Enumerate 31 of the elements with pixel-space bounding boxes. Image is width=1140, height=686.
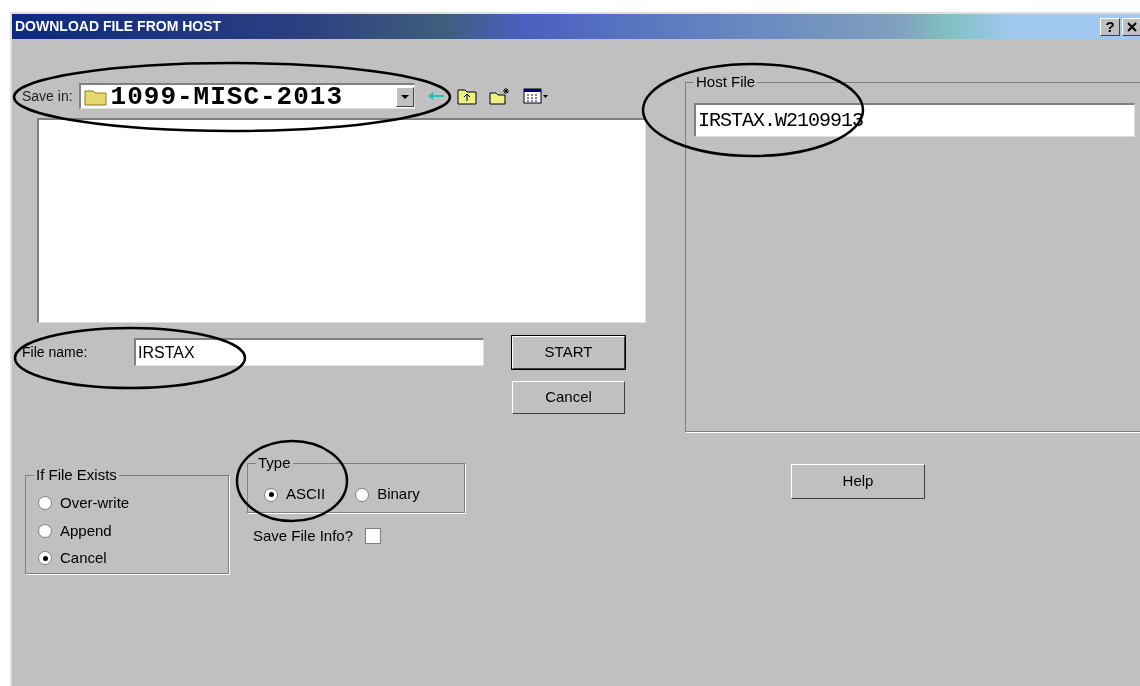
- radio-button[interactable]: [38, 496, 52, 511]
- radio-label: Cancel: [60, 548, 107, 568]
- dialog-button[interactable]: START: [512, 336, 625, 369]
- radio-label: Over-write: [60, 493, 130, 513]
- folder-name: 1099-MISC-2013: [110, 83, 345, 110]
- window-title: DOWNLOAD FILE FROM HOST: [14, 17, 222, 36]
- radio-label: Binary: [377, 484, 420, 505]
- dialog-button[interactable]: Cancel: [512, 381, 625, 414]
- radio-button[interactable]: [355, 487, 370, 502]
- close-button[interactable]: [1122, 17, 1140, 36]
- dropdown-button[interactable]: [395, 86, 414, 107]
- folder-icon: [83, 87, 108, 106]
- save-in-label: Save in:: [22, 86, 73, 106]
- file-list[interactable]: [37, 118, 646, 323]
- radio-button[interactable]: [264, 487, 278, 502]
- close-icon: [1127, 21, 1137, 32]
- radio-label: ASCII: [286, 484, 326, 505]
- folder-dropdown[interactable]: 1099-MISC-2013: [78, 83, 415, 109]
- file-name-field[interactable]: IRSTAX: [134, 338, 484, 366]
- checkbox[interactable]: [365, 528, 382, 545]
- folder-up-icon[interactable]: [456, 87, 477, 105]
- file-name-label: File name:: [22, 343, 89, 362]
- radio-button[interactable]: [38, 551, 52, 566]
- help-button[interactable]: Help: [791, 464, 925, 499]
- radio-button[interactable]: [38, 523, 52, 538]
- help-title-button[interactable]: ?: [1100, 17, 1120, 36]
- caret-icon: [400, 94, 409, 99]
- view-menu-icon[interactable]: [522, 88, 549, 104]
- checkbox-label: Save File Info?: [253, 526, 354, 546]
- radio-label: Append: [60, 520, 112, 541]
- new-folder-icon[interactable]: [488, 87, 511, 105]
